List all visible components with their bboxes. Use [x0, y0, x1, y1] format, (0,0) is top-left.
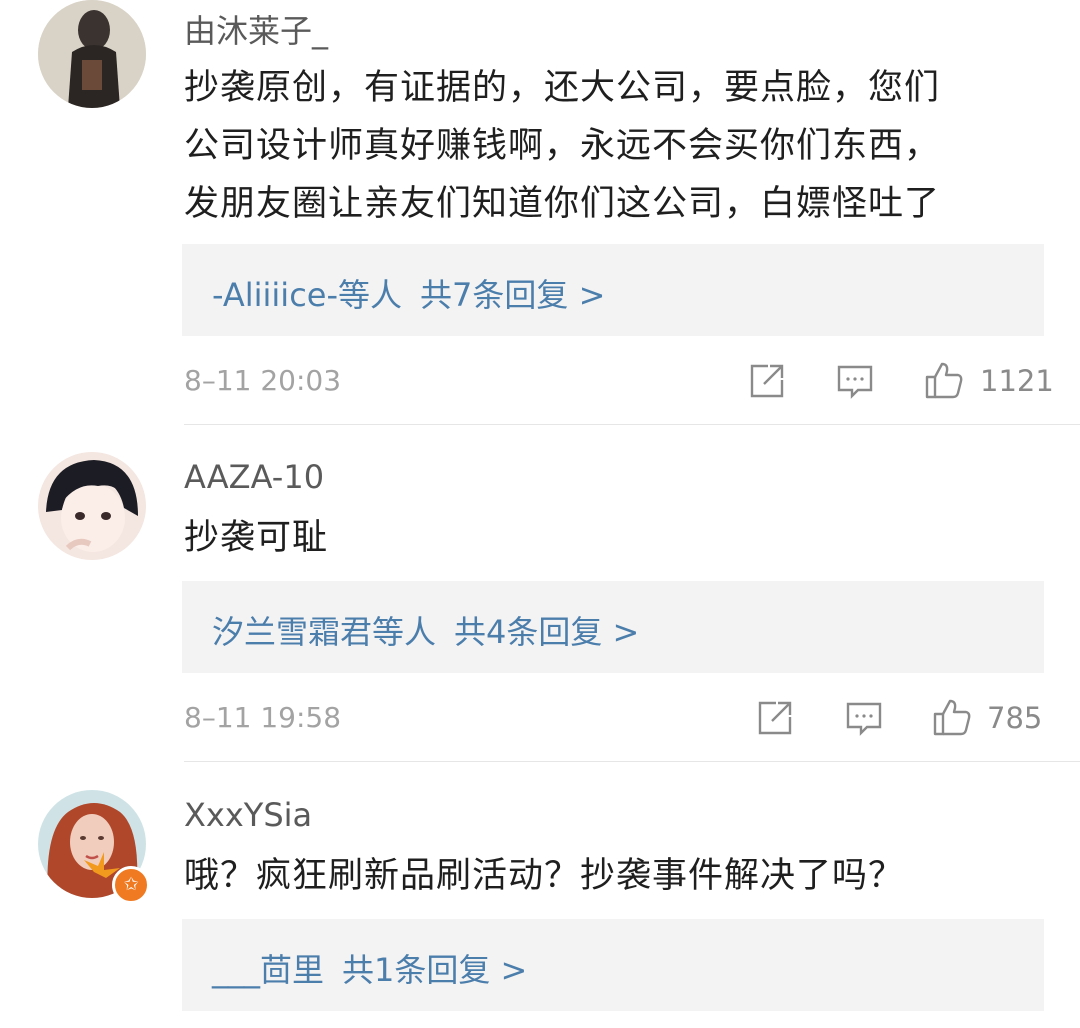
reply-count: 共7条回复 > — [420, 276, 606, 314]
comment-icon[interactable] — [836, 362, 874, 400]
reply-count: 共4条回复 > — [454, 613, 640, 651]
share-icon[interactable] — [756, 699, 794, 737]
comment-text: 抄袭可耻 — [184, 509, 1034, 567]
comment-text: 抄袭原创，有证据的，还大公司，要点脸，您们 公司设计师真好赚钱啊，永远不会买你们… — [184, 59, 1034, 233]
replies-link[interactable]: 汐兰雪霜君等人 共4条回复 > — [212, 607, 657, 653]
divider — [184, 761, 1080, 762]
reply-users: -Aliiiice-等人 — [212, 276, 403, 314]
thumbs-up-icon[interactable] — [924, 360, 964, 400]
comment-line: 哦？疯狂刷新品刷活动？抄袭事件解决了吗？ — [184, 856, 905, 896]
share-icon[interactable] — [748, 362, 786, 400]
avatar[interactable] — [38, 0, 146, 108]
comment-line: 抄袭可耻 — [184, 518, 329, 558]
thumbs-up-icon[interactable] — [932, 697, 972, 737]
like-count: 785 — [987, 701, 1043, 735]
comment-icon[interactable] — [845, 699, 883, 737]
verified-badge-icon: ✩ — [112, 866, 150, 904]
timestamp: 8–11 20:03 — [184, 364, 342, 397]
reply-users: 汐兰雪霜君等人 — [212, 613, 437, 651]
comment-item: 由沐莱子_ 抄袭原创，有证据的，还大公司，要点脸，您们 公司设计师真好赚钱啊，永… — [0, 0, 1080, 425]
comment-item: ✩ XxxYSia 哦？疯狂刷新品刷活动？抄袭事件解决了吗？ ___茴里 共1条回… — [0, 788, 1080, 1028]
comment-text: 哦？疯狂刷新品刷活动？抄袭事件解决了吗？ — [184, 847, 1034, 905]
username[interactable]: AAZA-10 — [184, 458, 324, 496]
reply-count: 共1条回复 > — [342, 951, 528, 989]
comment-item: AAZA-10 抄袭可耻 汐兰雪霜君等人 共4条回复 > 8–11 19:58 7… — [0, 450, 1080, 762]
replies-link[interactable]: -Aliiiice-等人 共7条回复 > — [212, 270, 623, 316]
username[interactable]: 由沐莱子_ — [184, 6, 328, 52]
reply-users: ___茴里 — [212, 951, 325, 989]
timestamp: 8–11 19:58 — [184, 701, 342, 734]
replies-preview[interactable]: -Aliiiice-等人 共7条回复 > — [182, 244, 1044, 336]
comment-line: 公司设计师真好赚钱啊，永远不会买你们东西， — [184, 126, 941, 166]
like-count: 1121 — [980, 364, 1054, 398]
username[interactable]: XxxYSia — [184, 796, 312, 834]
replies-preview[interactable]: 汐兰雪霜君等人 共4条回复 > — [182, 581, 1044, 673]
replies-preview[interactable]: ___茴里 共1条回复 > — [182, 919, 1044, 1011]
comment-line: 发朋友圈让亲友们知道你们这公司，白嫖怪吐了 — [184, 184, 941, 224]
avatar[interactable] — [38, 452, 146, 560]
comment-line: 抄袭原创，有证据的，还大公司，要点脸，您们 — [184, 68, 941, 108]
replies-link[interactable]: ___茴里 共1条回复 > — [212, 945, 545, 991]
divider — [184, 424, 1080, 425]
